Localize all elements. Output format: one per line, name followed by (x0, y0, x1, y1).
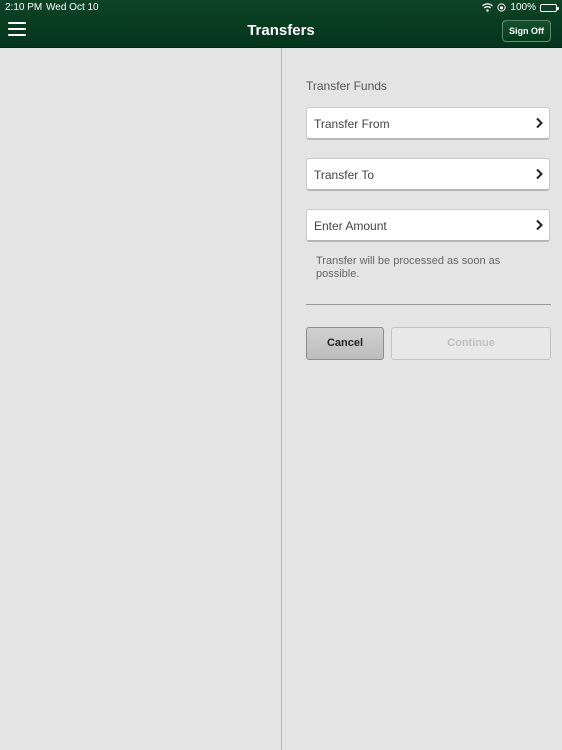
status-time: 2:10 PM (5, 2, 43, 13)
chevron-right-icon (536, 168, 543, 180)
transfer-to-row[interactable]: Transfer To (306, 158, 550, 191)
battery-percent: 100% (510, 2, 536, 13)
wifi-icon (482, 3, 494, 12)
left-pane (0, 48, 281, 750)
status-date: Wed Oct 10 (46, 2, 99, 13)
section-title: Transfer Funds (306, 79, 387, 93)
chevron-right-icon (536, 117, 543, 129)
status-indicators: 100% (482, 2, 559, 13)
app-header: 2:10 PM Wed Oct 10 100% Transfers Sign O… (0, 0, 562, 48)
status-bar: 2:10 PM Wed Oct 10 100% (0, 0, 562, 16)
form-divider (306, 304, 551, 305)
transfer-from-row[interactable]: Transfer From (306, 107, 550, 140)
enter-amount-label: Enter Amount (314, 219, 387, 233)
page-title: Transfers (247, 22, 315, 39)
continue-button[interactable]: Continue (391, 327, 551, 360)
cancel-button[interactable]: Cancel (306, 327, 384, 360)
battery-icon (540, 3, 559, 12)
enter-amount-row[interactable]: Enter Amount (306, 209, 550, 242)
orientation-lock-icon (497, 3, 507, 12)
transfer-to-label: Transfer To (314, 168, 375, 182)
processing-note: Transfer will be processed as soon as po… (316, 255, 501, 280)
transfer-from-label: Transfer From (314, 117, 390, 131)
chevron-right-icon (536, 219, 543, 231)
sign-off-button[interactable]: Sign Off (502, 20, 551, 42)
transfer-form: Transfer Funds Transfer From Transfer To… (282, 48, 562, 750)
